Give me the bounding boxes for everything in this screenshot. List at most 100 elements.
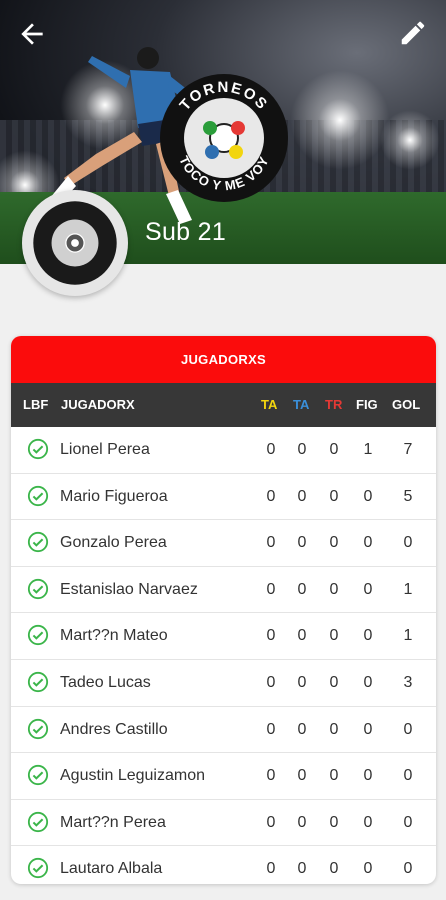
player-name: Mario Figueroa [60,487,168,505]
stat-tr: 0 [329,627,339,645]
edit-button[interactable] [398,18,430,50]
player-name: Lionel Perea [60,441,150,458]
player-name: Mart??n Mateo [60,627,168,645]
stat-fig: 0 [363,767,373,785]
table-row[interactable]: Mart??n Mateo 0 0 0 0 1 [11,613,436,660]
table-row[interactable]: Andres Castillo 0 0 0 0 0 [11,707,436,754]
stat-ta-yellow: 0 [266,860,276,878]
pencil-icon [401,21,425,45]
col-fig: FIG [356,397,378,412]
stat-ta-yellow: 0 [266,534,276,552]
arrow-left-icon [21,23,43,45]
back-button[interactable] [16,18,48,50]
stat-gol: 0 [403,860,413,878]
stat-gol: 0 [403,767,413,785]
stat-ta-blue: 0 [297,441,307,458]
stat-ta-blue: 0 [297,813,307,831]
players-table: JUGADORXS LBF JUGADORX TA TA TR FIG GOL … [11,336,436,884]
check-circle-icon [27,532,49,553]
team-logo-icon [33,201,117,285]
stat-fig: 0 [363,720,373,738]
stat-ta-yellow: 0 [266,767,276,785]
player-name: Gonzalo Perea [60,534,167,552]
stat-ta-yellow: 0 [266,813,276,831]
stat-fig: 0 [363,487,373,505]
stat-fig: 0 [363,813,373,831]
table-row[interactable]: Agustin Leguizamon 0 0 0 0 0 [11,753,436,800]
stat-ta-yellow: 0 [266,720,276,738]
stat-tr: 0 [329,441,339,458]
stat-tr: 0 [329,767,339,785]
stat-ta-blue: 0 [297,720,307,738]
stat-ta-blue: 0 [297,673,307,691]
stadium-light [380,110,440,170]
col-tr: TR [325,397,343,412]
stat-tr: 0 [329,580,339,598]
player-name: Mart??n Perea [60,813,166,831]
table-body: (function(){ const d = JSON.parse(docume… [11,427,436,884]
check-circle-icon [27,438,49,460]
table-row[interactable]: Mart??n Perea 0 0 0 0 0 [11,800,436,847]
table-row[interactable]: Mario Figueroa 0 0 0 0 5 [11,474,436,521]
check-circle-icon [27,578,49,599]
check-circle-icon [27,811,49,832]
stat-gol: 5 [403,487,413,505]
check-circle-icon [27,671,49,693]
stat-ta-blue: 0 [297,487,307,505]
table-row[interactable]: Tadeo Lucas 0 0 0 0 3 [11,660,436,707]
stat-ta-yellow: 0 [266,441,276,458]
stat-tr: 0 [329,487,339,505]
stat-tr: 0 [329,720,339,738]
check-circle-icon [27,625,49,646]
table-row[interactable]: Estanislao Narvaez 0 0 0 0 1 [11,567,436,614]
tournament-logo: TORNEOS TOCO Y ME VOY [160,74,288,202]
stat-ta-blue: 0 [297,627,307,645]
col-player: JUGADORX [61,397,135,412]
stat-ta-yellow: 0 [266,580,276,598]
stat-ta-blue: 0 [297,767,307,785]
table-title: JUGADORXS [11,336,436,383]
player-name: Estanislao Narvaez [60,580,198,598]
check-circle-icon [27,718,49,739]
stat-ta-yellow: 0 [266,487,276,505]
stat-ta-yellow: 0 [266,673,276,691]
stat-gol: 0 [403,534,413,552]
stat-fig: 0 [363,580,373,598]
table-row[interactable]: Lionel Perea 0 0 0 1 7 [11,427,436,474]
table-row[interactable]: Lautaro Albala 0 0 0 0 0 [11,846,436,884]
player-name: Tadeo Lucas [60,673,151,691]
check-circle-icon [27,485,49,506]
col-gol: GOL [392,397,421,412]
check-circle-icon [27,765,49,786]
team-avatar [22,190,128,296]
stat-ta-yellow: 0 [266,627,276,645]
player-name: Agustin Leguizamon [60,767,205,785]
stat-tr: 0 [329,813,339,831]
stat-gol: 3 [403,673,413,691]
stat-gol: 1 [403,627,413,645]
player-name: Andres Castillo [60,720,168,738]
stat-gol: 7 [403,441,413,458]
stat-ta-blue: 0 [297,860,307,878]
stadium-light [290,70,390,170]
col-ta-yellow: TA [261,397,278,412]
table-header: LBF JUGADORX TA TA TR FIG GOL [11,383,436,427]
stat-gol: 1 [403,580,413,598]
col-ta-blue: TA [293,397,310,412]
stat-fig: 0 [363,627,373,645]
table-row[interactable]: Gonzalo Perea 0 0 0 0 0 [11,520,436,567]
stat-tr: 0 [329,673,339,691]
stat-fig: 1 [363,441,373,458]
player-name: Lautaro Albala [60,860,163,878]
stat-ta-blue: 0 [297,534,307,552]
stat-tr: 0 [329,534,339,552]
col-lbf: LBF [23,397,49,412]
stat-fig: 0 [363,534,373,552]
stat-ta-blue: 0 [297,580,307,598]
stat-fig: 0 [363,860,373,878]
stat-gol: 0 [403,813,413,831]
stat-fig: 0 [363,673,373,691]
stat-gol: 0 [403,720,413,738]
stat-tr: 0 [329,860,339,878]
check-circle-icon [27,858,49,879]
